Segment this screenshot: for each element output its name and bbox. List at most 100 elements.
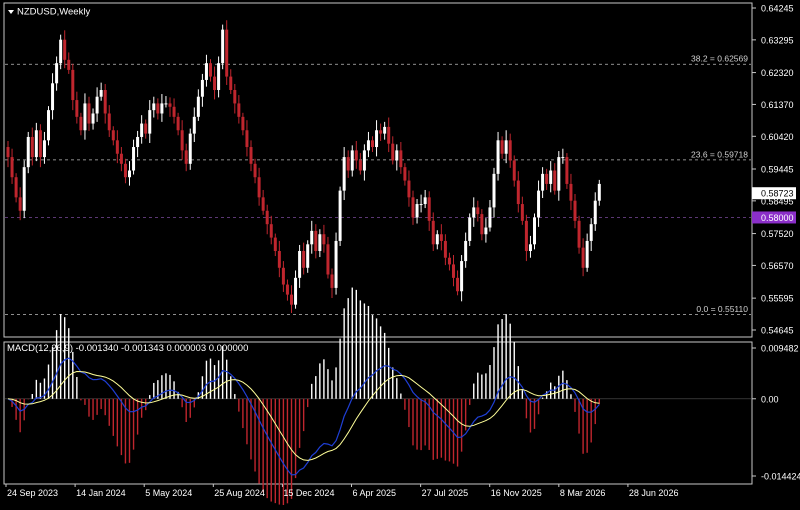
macd-y-tick-label: 0.009482 [761, 344, 799, 354]
candle-body [452, 264, 455, 278]
candle-body [200, 79, 204, 97]
candle-body [302, 251, 306, 268]
candle-body [346, 157, 350, 171]
candle-body [399, 150, 403, 168]
chart-svg: 0.64245 0.63295 0.62320 0.61370 0.60420 0.594… [0, 0, 800, 506]
candle-body [411, 197, 415, 218]
candle-body [55, 63, 59, 84]
candle-body [75, 100, 79, 117]
candle-body [338, 190, 342, 241]
candle-body [383, 126, 387, 134]
y-tick-label: 0.54645 [761, 326, 794, 336]
candle-body [18, 197, 22, 211]
candle-body [354, 150, 358, 161]
candle-body [22, 167, 26, 211]
candle-body [30, 136, 34, 158]
candle-body [314, 230, 318, 252]
candle-body [573, 200, 577, 221]
candle-body [520, 204, 524, 221]
candle-body [265, 210, 269, 225]
candle-body [140, 123, 144, 137]
candle-body [160, 103, 164, 114]
candle-body [407, 180, 411, 198]
candle-body [435, 234, 439, 245]
candle-body [423, 197, 427, 205]
candle-body [71, 69, 75, 101]
candle-body [472, 207, 476, 218]
candle-body [330, 274, 334, 288]
candle-body [38, 130, 42, 158]
candle-body [593, 200, 597, 225]
candle-body [456, 277, 460, 292]
candle-body [245, 130, 249, 148]
x-tick-label: 27 Jul 2025 [422, 488, 469, 498]
candle-body [524, 220, 528, 252]
candle-body [306, 244, 310, 268]
y-tick-label: 0.56570 [761, 261, 794, 271]
candle-body [581, 247, 585, 268]
candle-body [196, 96, 200, 117]
candle-body [464, 240, 468, 262]
x-tick-label: 25 Aug 2024 [214, 488, 265, 498]
candle-body [103, 90, 107, 114]
candle-body [59, 39, 63, 64]
candle-body [439, 234, 443, 241]
macd-y-tick-label: 0.00 [761, 394, 779, 404]
candle-body [111, 130, 115, 141]
y-tick-label: 0.63295 [761, 35, 794, 45]
y-tick-label: 0.57520 [761, 229, 794, 239]
candle-body [589, 224, 593, 241]
candle-body [6, 147, 10, 158]
candle-body [342, 157, 346, 191]
candle-body [144, 123, 148, 134]
candle-body [565, 157, 569, 184]
candle-body [310, 230, 314, 245]
candle-body [350, 150, 354, 171]
x-tick-label: 28 Jun 2026 [629, 488, 679, 498]
candle-body [318, 234, 322, 252]
candle-body [253, 163, 257, 178]
candle-body [79, 116, 83, 131]
candle-body [221, 29, 225, 64]
candle-body [233, 90, 237, 104]
y-tick-label: 0.62320 [761, 68, 794, 78]
y-tick-label: 0.61370 [761, 100, 794, 110]
candle-body [132, 147, 136, 171]
candle-body [168, 103, 172, 107]
candle-body [277, 251, 281, 268]
candle-body [269, 224, 273, 238]
candle-body [281, 267, 285, 285]
candle-body [504, 140, 508, 154]
chart-title: NZDUSD,Weekly [17, 7, 90, 18]
candle-body [334, 240, 338, 288]
candle-body [136, 136, 140, 148]
candle-body [290, 294, 293, 305]
candle-body [375, 130, 379, 148]
current-level-label: 0.58000 [761, 213, 794, 223]
candle-body [285, 284, 289, 295]
candle-body [217, 63, 221, 91]
candle-body [213, 76, 217, 91]
x-tick-label: 5 May 2024 [145, 488, 192, 498]
candle-body [10, 157, 14, 178]
y-tick-label: 0.59445 [761, 165, 794, 175]
candle-body [176, 116, 180, 131]
x-tick-label: 14 Jan 2024 [76, 488, 126, 498]
candle-body [569, 183, 573, 201]
candle-body [322, 234, 326, 245]
fib-level-label: 23.6 = 0.59718 [691, 149, 748, 159]
candle-body [115, 140, 119, 154]
candle-body [476, 207, 480, 215]
macd-title: MACD(12,26,9) -0.001340 -0.001343 0.0000… [7, 343, 248, 354]
x-tick-label: 6 Apr 2025 [353, 488, 397, 498]
candle-body [415, 204, 419, 218]
fib-level-label: 0.0 = 0.55110 [696, 304, 748, 314]
candle-body [91, 113, 95, 124]
candle-body [67, 59, 71, 70]
candle-body [585, 240, 589, 268]
chart-background [0, 0, 800, 505]
candle-body [241, 116, 245, 131]
candle-body [500, 140, 504, 154]
y-tick-label: 0.55595 [761, 294, 794, 304]
candle-body [431, 220, 435, 245]
